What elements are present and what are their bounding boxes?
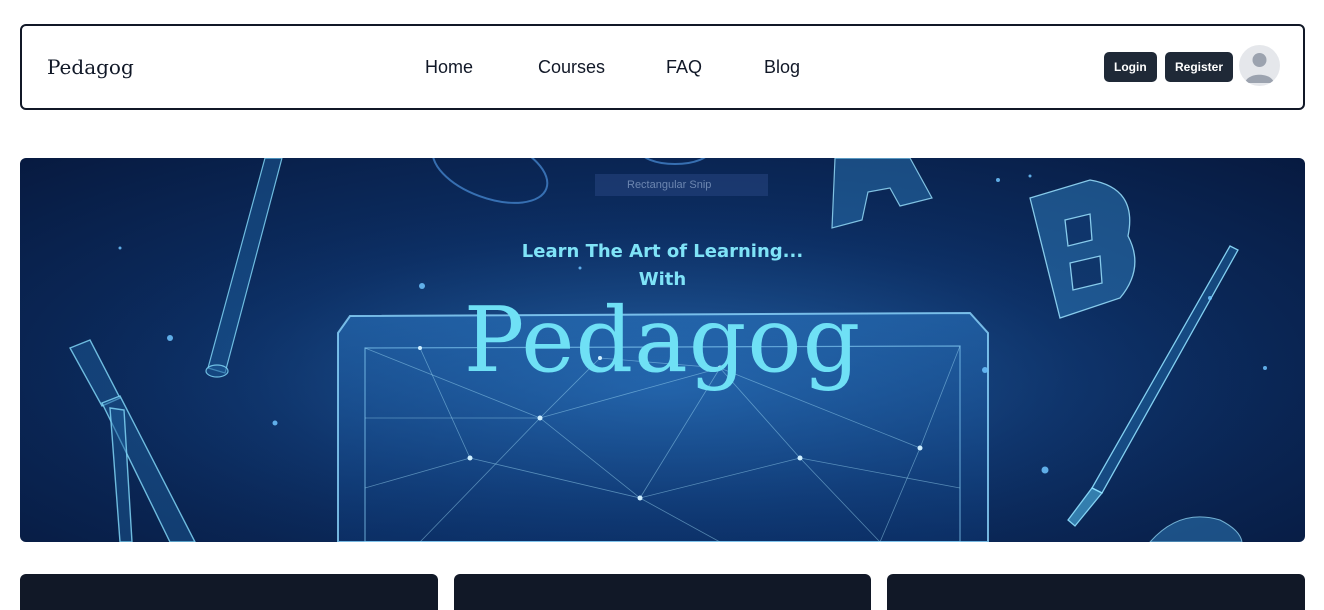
- login-button[interactable]: Login: [1104, 52, 1157, 82]
- rectangular-snip-overlay: Rectangular Snip: [595, 174, 768, 196]
- brand-logo[interactable]: Pedagog: [47, 55, 134, 79]
- hero-title: Pedagog: [463, 288, 862, 393]
- course-card[interactable]: [20, 574, 438, 610]
- nav-link-faq[interactable]: FAQ: [666, 57, 702, 78]
- course-card[interactable]: [887, 574, 1305, 610]
- nav-link-home[interactable]: Home: [425, 57, 473, 78]
- hero-banner: Rectangular Snip Learn The Art of Learni…: [20, 158, 1305, 542]
- user-avatar-icon[interactable]: [1239, 45, 1280, 86]
- nav-link-courses[interactable]: Courses: [538, 57, 605, 78]
- nav-link-blog[interactable]: Blog: [764, 57, 800, 78]
- hero-tagline: Learn The Art of Learning...: [521, 241, 804, 262]
- register-button[interactable]: Register: [1165, 52, 1234, 82]
- navbar: Pedagog Home Courses FAQ Blog Login Regi…: [20, 24, 1305, 110]
- course-card[interactable]: [454, 574, 871, 610]
- hero-tagline-with: With: [638, 269, 687, 290]
